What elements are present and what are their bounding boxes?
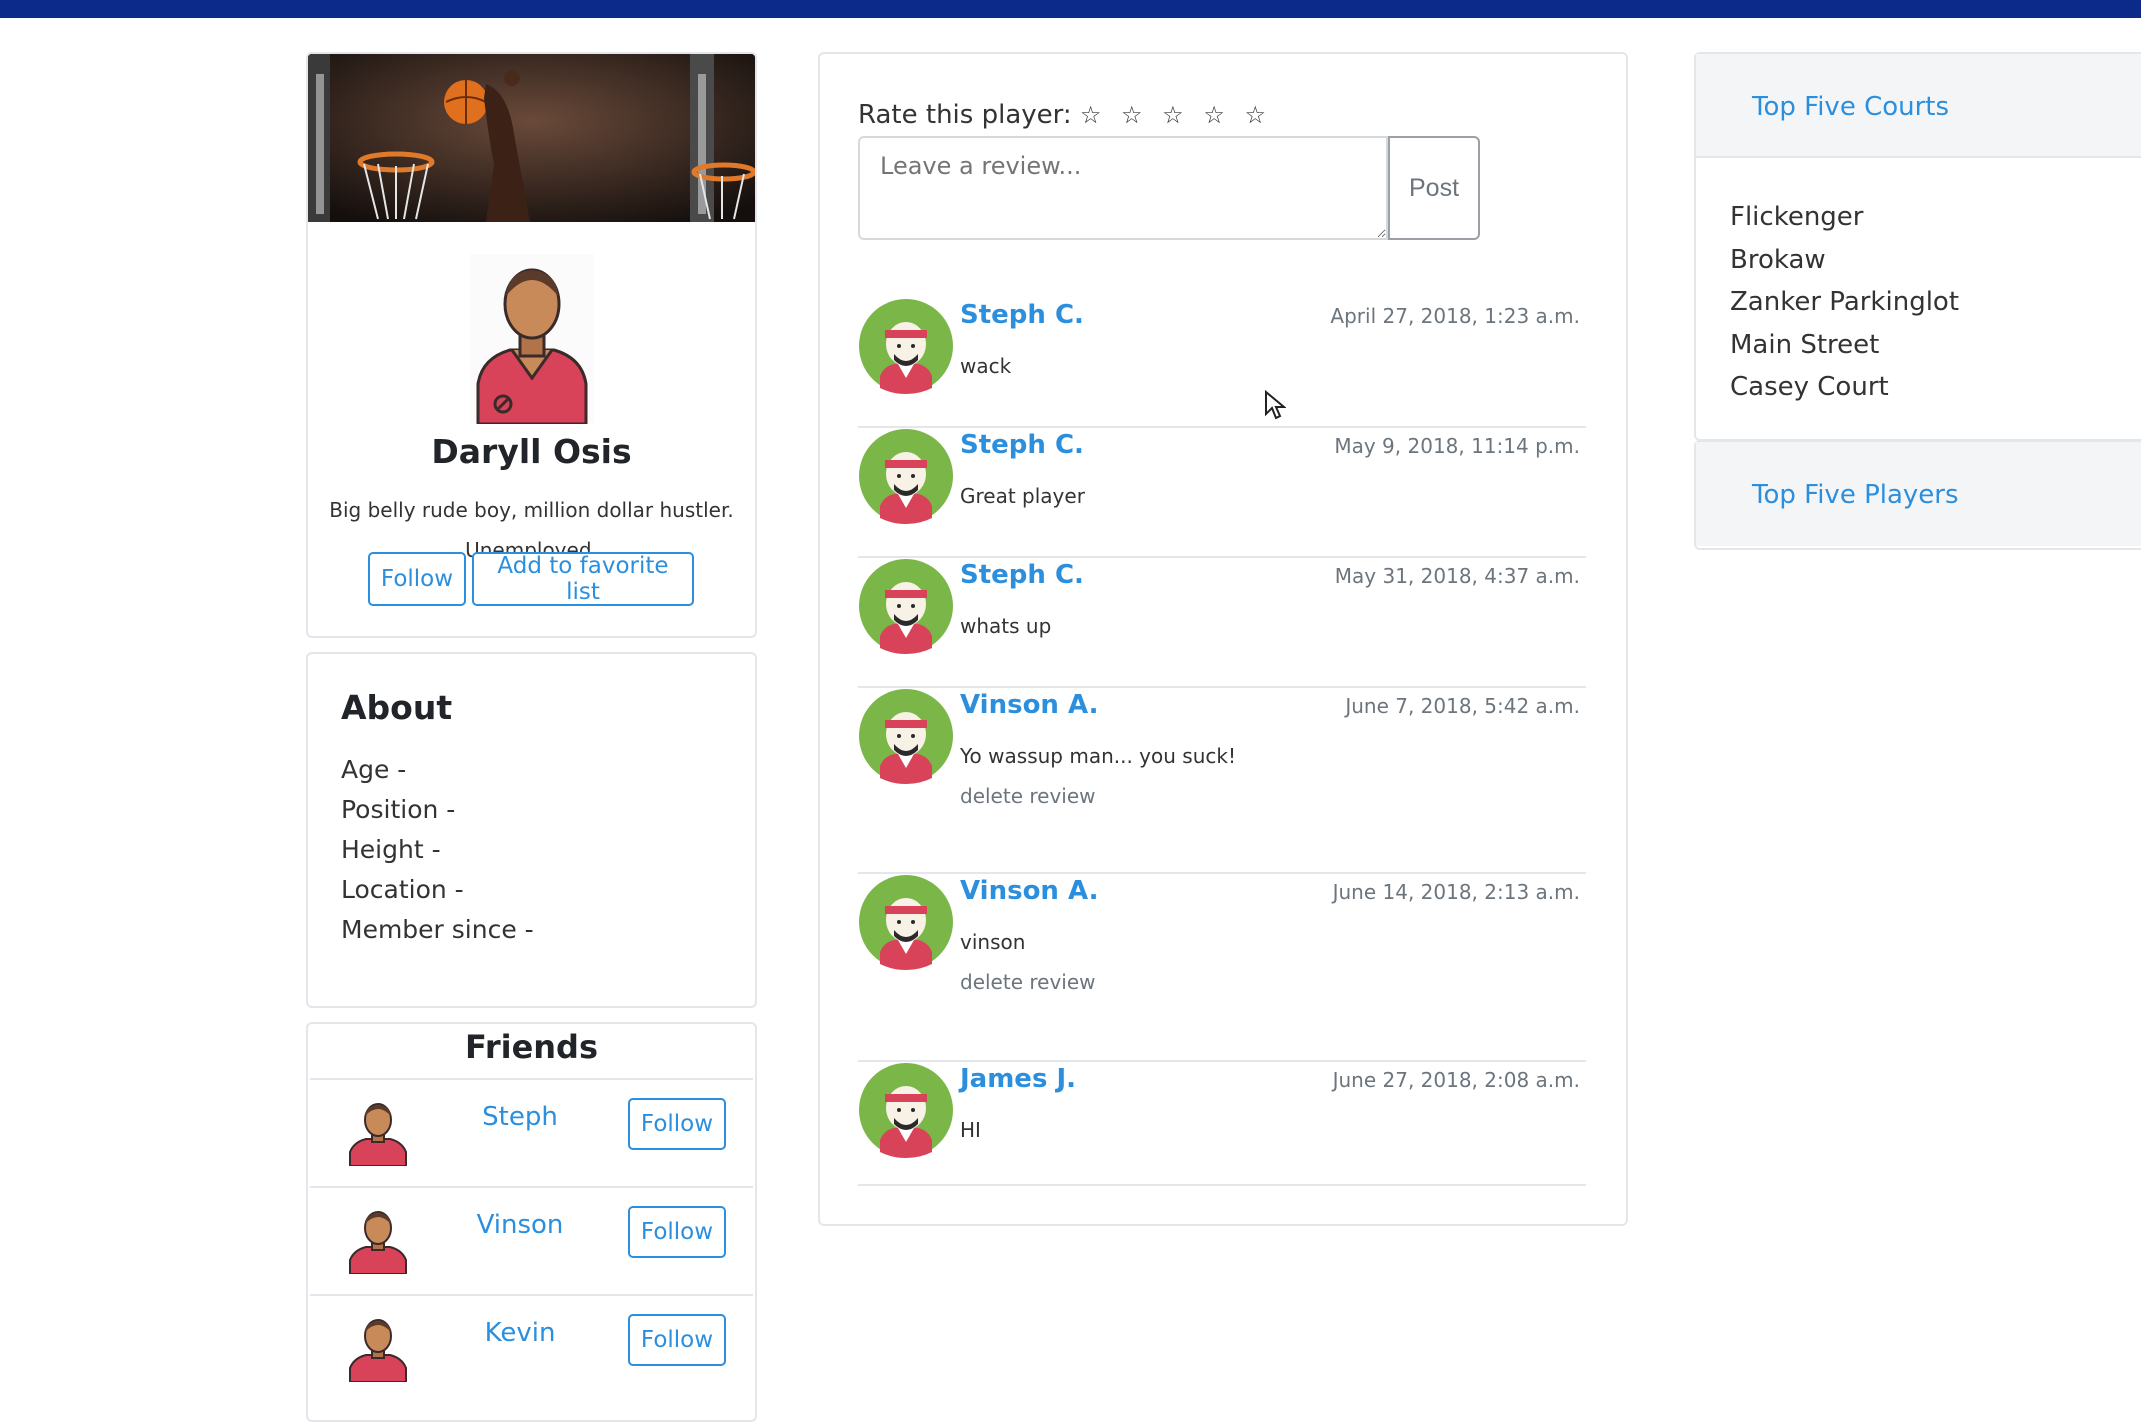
friend-follow-button[interactable]: Follow bbox=[628, 1098, 726, 1150]
friend-name-link[interactable]: Vinson bbox=[430, 1210, 610, 1240]
friend-avatar bbox=[346, 1102, 410, 1167]
about-location: Location - bbox=[341, 875, 464, 904]
review-text: wack bbox=[960, 354, 1012, 378]
review-date: April 27, 2018, 1:23 a.m. bbox=[1330, 304, 1580, 328]
player-name: Daryll Osis bbox=[431, 432, 632, 471]
top-courts-card: Top Five Courts Flickenger Brokaw Zanker… bbox=[1694, 52, 2141, 441]
about-card: About Age - Position - Height - Location… bbox=[306, 652, 757, 1008]
about-list: Age - Position - Height - Location - Mem… bbox=[341, 750, 534, 950]
friend-row: Vinson Follow bbox=[310, 1186, 753, 1294]
follow-button[interactable]: Follow bbox=[368, 552, 466, 606]
review-date: May 31, 2018, 4:37 a.m. bbox=[1334, 564, 1580, 588]
delete-review-link[interactable]: delete review bbox=[960, 784, 1096, 808]
friend-avatar bbox=[346, 1210, 410, 1275]
friend-follow-button[interactable]: Follow bbox=[628, 1206, 726, 1258]
profile-card: Daryll Osis Big belly rude boy, million … bbox=[306, 52, 757, 638]
player-avatar bbox=[470, 254, 594, 426]
review-item: Steph C. April 27, 2018, 1:23 a.m. wack bbox=[858, 298, 1586, 428]
reviewer-avatar bbox=[858, 428, 954, 524]
friend-name-link[interactable]: Steph bbox=[430, 1102, 610, 1132]
about-position: Position - bbox=[341, 795, 456, 824]
rate-label: Rate this player: bbox=[858, 100, 1072, 130]
friends-card: Friends Steph Follow Vinson Follow Kevin… bbox=[306, 1022, 757, 1422]
about-member-since: Member since - bbox=[341, 915, 534, 944]
review-date: June 14, 2018, 2:13 a.m. bbox=[1332, 880, 1580, 904]
review-date: June 27, 2018, 2:08 a.m. bbox=[1332, 1068, 1580, 1092]
review-text: whats up bbox=[960, 614, 1052, 638]
friend-name-link[interactable]: Kevin bbox=[430, 1318, 610, 1348]
friends-title: Friends bbox=[465, 1028, 598, 1066]
friend-follow-button[interactable]: Follow bbox=[628, 1314, 726, 1366]
review-input[interactable] bbox=[858, 136, 1388, 240]
reviewer-avatar bbox=[858, 558, 954, 654]
reviews-card: Rate this player: ☆ ☆ ☆ ☆ ☆ Post Steph C… bbox=[818, 52, 1628, 1226]
review-text: Yo wassup man... you suck! bbox=[960, 744, 1236, 768]
delete-review-link[interactable]: delete review bbox=[960, 970, 1096, 994]
review-author-link[interactable]: Steph C. bbox=[960, 560, 1084, 590]
court-item: Brokaw bbox=[1730, 244, 1826, 275]
top-navbar bbox=[0, 0, 2141, 18]
top-courts-header: Top Five Courts bbox=[1696, 54, 2141, 158]
reviewer-avatar bbox=[858, 688, 954, 784]
review-date: June 7, 2018, 5:42 a.m. bbox=[1345, 694, 1580, 718]
court-item: Casey Court bbox=[1730, 372, 1889, 403]
top-players-card: Top Five Players bbox=[1694, 440, 2141, 550]
review-item: Steph C. May 9, 2018, 11:14 p.m. Great pla… bbox=[858, 428, 1586, 558]
top-players-title[interactable]: Top Five Players bbox=[1752, 480, 1959, 510]
reviewer-avatar bbox=[858, 874, 954, 970]
court-item: Main Street bbox=[1730, 329, 1880, 360]
about-title: About bbox=[341, 688, 453, 727]
about-height: Height - bbox=[341, 835, 441, 864]
review-text: Great player bbox=[960, 484, 1085, 508]
friend-row: Kevin Follow bbox=[310, 1294, 753, 1402]
review-item: Vinson A. June 7, 2018, 5:42 a.m. Yo wassu… bbox=[858, 688, 1586, 874]
review-author-link[interactable]: Steph C. bbox=[960, 300, 1084, 330]
add-to-favorite-button[interactable]: Add to favorite list bbox=[472, 552, 694, 606]
top-players-header: Top Five Players bbox=[1696, 442, 2141, 546]
review-author-link[interactable]: James J. bbox=[960, 1064, 1076, 1094]
court-list: Flickenger Brokaw Zanker Parkinglot Main… bbox=[1730, 196, 1959, 409]
about-age: Age - bbox=[341, 755, 407, 784]
bio-line: Big belly rude boy, million dollar hustl… bbox=[329, 498, 734, 522]
mouse-cursor-icon bbox=[1264, 389, 1287, 422]
review-item: Vinson A. June 14, 2018, 2:13 a.m. vinson d… bbox=[858, 874, 1586, 1062]
top-courts-title[interactable]: Top Five Courts bbox=[1752, 92, 1949, 122]
court-item: Zanker Parkinglot bbox=[1730, 287, 1960, 318]
court-item: Flickenger bbox=[1730, 202, 1864, 232]
star-rating-icons[interactable]: ☆ ☆ ☆ ☆ ☆ bbox=[1080, 101, 1272, 129]
review-date: May 9, 2018, 11:14 p.m. bbox=[1334, 434, 1580, 458]
review-author-link[interactable]: Steph C. bbox=[960, 430, 1084, 460]
rate-player-row: Rate this player: ☆ ☆ ☆ ☆ ☆ bbox=[858, 100, 1272, 130]
review-author-link[interactable]: Vinson A. bbox=[960, 690, 1098, 720]
review-text: HI bbox=[960, 1118, 981, 1142]
reviewer-avatar bbox=[858, 298, 954, 394]
review-item: James J. June 27, 2018, 2:08 a.m. HI bbox=[858, 1062, 1586, 1186]
friend-row: Steph Follow bbox=[310, 1078, 753, 1186]
profile-banner-image bbox=[308, 54, 755, 222]
post-review-button[interactable]: Post bbox=[1388, 136, 1480, 240]
friend-avatar bbox=[346, 1318, 410, 1383]
review-text: vinson bbox=[960, 930, 1026, 954]
review-item: Steph C. May 31, 2018, 4:37 a.m. whats up bbox=[858, 558, 1586, 688]
review-author-link[interactable]: Vinson A. bbox=[960, 876, 1098, 906]
reviewer-avatar bbox=[858, 1062, 954, 1158]
